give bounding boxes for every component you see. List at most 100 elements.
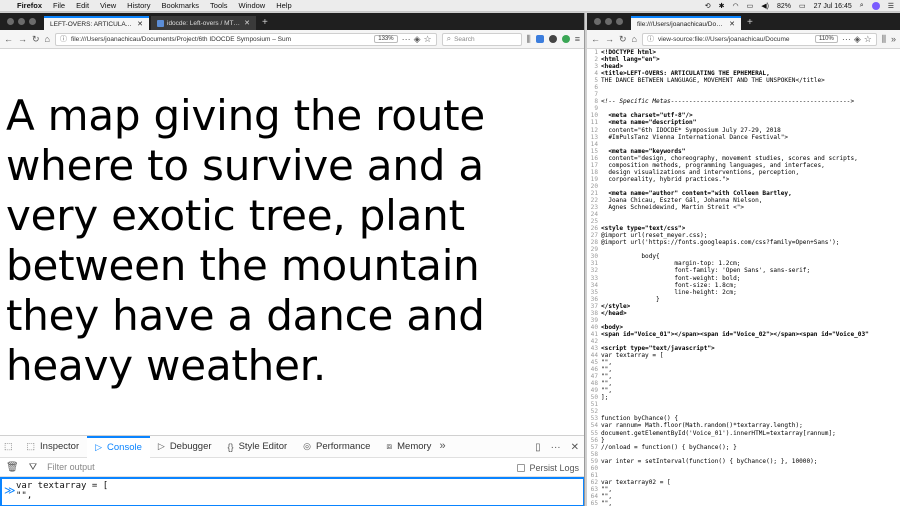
close-tab-icon[interactable]: ✕: [729, 20, 735, 28]
wifi-icon[interactable]: ◠: [733, 2, 739, 10]
line-number: 62: [590, 478, 598, 486]
new-tab-button[interactable]: +: [743, 16, 757, 30]
source-line: 38 </head>: [587, 310, 900, 317]
tab-style-editor[interactable]: {} Style Editor: [220, 436, 296, 458]
sidebar-icon[interactable]: [535, 35, 544, 43]
library-icon[interactable]: ⫼: [882, 34, 886, 44]
tab-idocde[interactable]: idocde: Left-overs / MTD Resid ✕: [151, 16, 256, 30]
line-number: 30: [590, 253, 598, 261]
url-bar[interactable]: ⓘ view-source:file:///Users/joanachicau/…: [641, 32, 877, 46]
close-tab-icon[interactable]: ✕: [244, 19, 250, 27]
info-icon[interactable]: ⓘ: [647, 34, 654, 44]
clock[interactable]: 27 Jul 16:45: [814, 3, 852, 10]
source-code: function byChance() {: [601, 415, 679, 423]
options-icon[interactable]: ···: [551, 442, 561, 453]
airplay-icon[interactable]: ▭: [747, 2, 754, 10]
menu-file[interactable]: File: [53, 1, 65, 10]
tab-performance[interactable]: ◎ Performance: [295, 436, 378, 458]
reload-icon[interactable]: ↻: [32, 34, 40, 44]
minimize-window-button[interactable]: [18, 18, 25, 25]
element-picker-icon[interactable]: ⬚: [4, 442, 13, 451]
close-tab-icon[interactable]: ✕: [137, 20, 143, 28]
tab-console[interactable]: ▷ Console: [87, 435, 150, 458]
menu-icon[interactable]: ≡: [575, 34, 580, 44]
battery-percent[interactable]: 82%: [777, 3, 791, 10]
minimize-window-button[interactable]: [605, 18, 612, 25]
forward-icon[interactable]: →: [18, 34, 27, 44]
source-view[interactable]: 1 <!DOCTYPE html> 2 <html lang="en"> 3 <head>…: [587, 49, 900, 506]
menu-tools[interactable]: Tools: [210, 1, 228, 10]
info-icon[interactable]: ⓘ: [60, 34, 67, 44]
library-icon[interactable]: ⫼: [527, 34, 531, 44]
line-number: 3: [594, 63, 598, 71]
console-input[interactable]: ≫ var textarray = [ "", ...: [0, 477, 584, 506]
bluetooth-icon[interactable]: ✱: [719, 2, 725, 10]
time-machine-icon[interactable]: ⟲: [705, 2, 711, 10]
overflow-icon[interactable]: »: [891, 34, 896, 44]
new-tab-button[interactable]: +: [258, 16, 272, 30]
home-icon[interactable]: ⌂: [45, 34, 50, 44]
persist-logs[interactable]: Persist Logs: [517, 458, 579, 477]
page-content: A map giving the route where to survive …: [0, 49, 584, 439]
page-actions-icon[interactable]: ···: [842, 34, 851, 44]
back-icon[interactable]: ←: [4, 34, 13, 44]
forward-icon[interactable]: →: [605, 34, 614, 44]
battery-icon[interactable]: ▭: [799, 2, 806, 10]
dock-icon[interactable]: ▯: [535, 442, 541, 453]
console-line: var textarray = [: [16, 481, 109, 491]
filter-icon[interactable]: ⛛: [29, 462, 37, 473]
menu-edit[interactable]: Edit: [76, 1, 89, 10]
spotlight-icon[interactable]: ⌕: [860, 2, 864, 10]
menu-bookmarks[interactable]: Bookmarks: [162, 1, 200, 10]
tab-inspector[interactable]: ⬚ Inspector: [19, 436, 88, 458]
more-tools-icon[interactable]: »: [439, 441, 445, 452]
bookmark-star-icon[interactable]: ☆: [864, 34, 872, 44]
tab-label: LEFT-OVERS: ARTICULATING THE E: [50, 20, 133, 28]
siri-icon[interactable]: [871, 2, 880, 10]
close-window-button[interactable]: [7, 18, 14, 25]
close-window-button[interactable]: [594, 18, 601, 25]
source-code: corporeality, hybrid practices.">: [601, 175, 730, 183]
line-number: 41: [590, 330, 598, 338]
zoom-window-button[interactable]: [616, 18, 623, 25]
tab-debugger[interactable]: ▷ Debugger: [150, 436, 220, 458]
source-code: </head>: [601, 309, 627, 317]
persist-logs-checkbox[interactable]: [517, 463, 526, 472]
trash-icon[interactable]: 🗑: [6, 462, 19, 473]
pocket-icon[interactable]: ◈: [414, 34, 421, 44]
menu-help[interactable]: Help: [276, 1, 291, 10]
notification-center-icon[interactable]: ☰: [888, 2, 894, 10]
search-input[interactable]: Search: [441, 32, 522, 46]
line-number: 21: [590, 189, 598, 197]
pocket-icon[interactable]: ◈: [854, 34, 861, 44]
source-line: 42: [587, 338, 900, 345]
volume-icon[interactable]: ◀): [761, 2, 769, 10]
page-actions-icon[interactable]: ···: [402, 34, 411, 44]
bookmark-star-icon[interactable]: ☆: [424, 34, 432, 44]
zoom-indicator[interactable]: 133%: [374, 35, 398, 43]
tab-view-source[interactable]: file:///Users/joanachicau/Docume ✕: [631, 16, 741, 30]
addon-icon[interactable]: [561, 35, 570, 43]
zoom-window-button[interactable]: [29, 18, 36, 25]
url-bar[interactable]: ⓘ file:///Users/joanachicau/Documents/Pr…: [54, 32, 437, 46]
source-code: <meta name="author" content="with Collee…: [601, 189, 792, 197]
close-devtools-icon[interactable]: ✕: [571, 442, 579, 453]
source-line: 23 Agnes Schneidewind, Martin Streit <">: [587, 204, 900, 211]
line-number: 46: [590, 366, 598, 374]
extension-icon[interactable]: [548, 35, 557, 43]
menu-window[interactable]: Window: [239, 1, 266, 10]
source-line: 11 <meta name="description": [587, 119, 900, 126]
zoom-indicator[interactable]: 110%: [814, 35, 838, 43]
reload-icon[interactable]: ↻: [619, 34, 627, 44]
home-icon[interactable]: ⌂: [632, 34, 637, 44]
menu-view[interactable]: View: [100, 1, 116, 10]
line-number: 7: [594, 91, 598, 99]
menu-app[interactable]: Firefox: [17, 1, 42, 10]
tab-memory[interactable]: ⧈ Memory: [378, 436, 439, 458]
filter-input[interactable]: Filter output: [47, 462, 95, 472]
menu-history[interactable]: History: [127, 1, 150, 10]
source-code: <html lang="en">: [601, 56, 660, 64]
back-icon[interactable]: ←: [591, 34, 600, 44]
source-code: document.getElementById('Voice_01').inne…: [601, 429, 836, 437]
tab-leftovers[interactable]: LEFT-OVERS: ARTICULATING THE E ✕: [44, 16, 149, 30]
